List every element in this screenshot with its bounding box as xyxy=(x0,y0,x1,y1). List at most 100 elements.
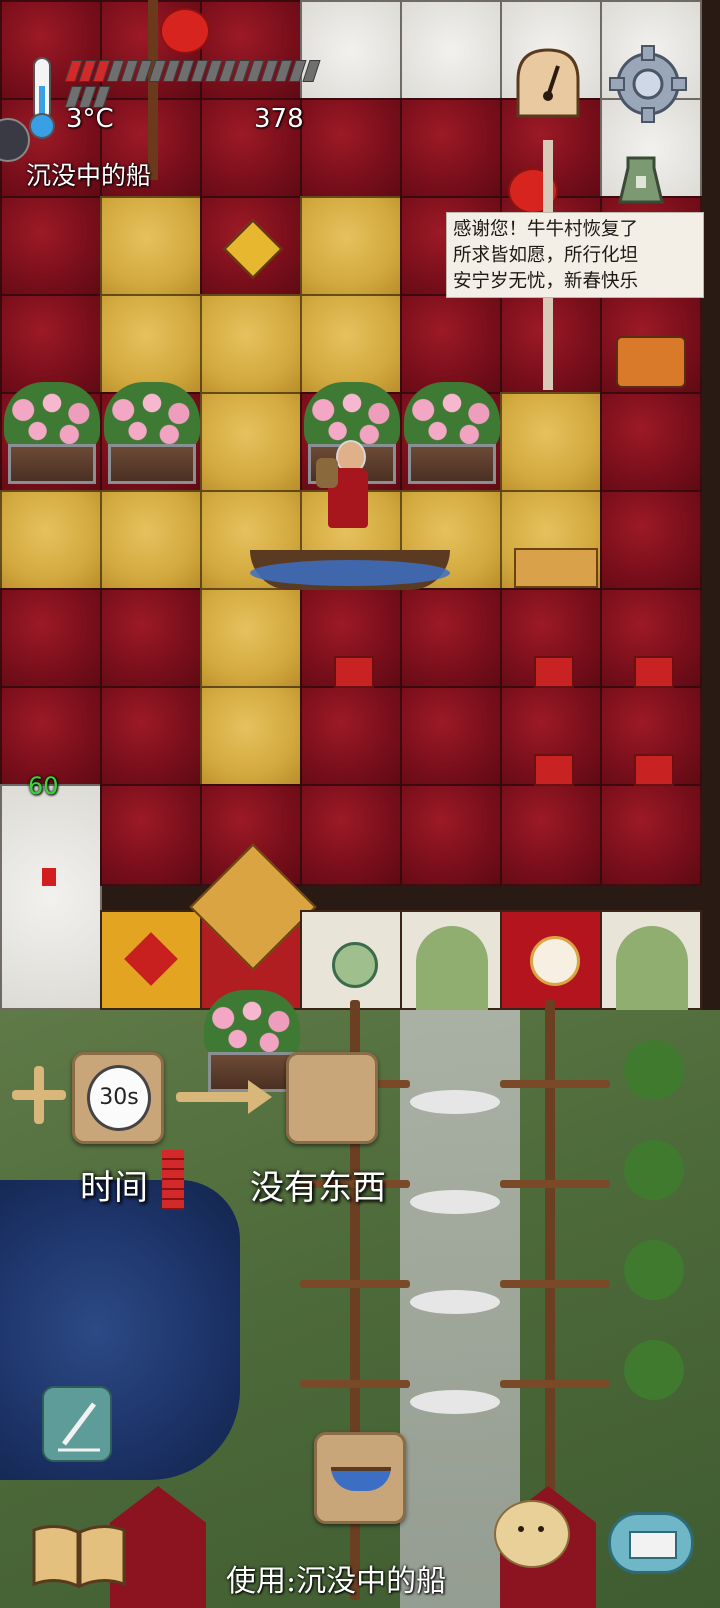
stone-pile[interactable] xyxy=(410,1190,500,1214)
spring-emblem-icon xyxy=(530,936,580,986)
score-counter: 378 xyxy=(254,104,304,134)
fps-counter: 60 xyxy=(28,772,59,800)
eye-icon xyxy=(518,1526,524,1532)
snow-tile[interactable] xyxy=(300,0,402,102)
straw-tile[interactable] xyxy=(100,294,202,396)
carpet-tile[interactable] xyxy=(0,294,102,396)
straw-tile[interactable] xyxy=(0,490,102,592)
cucumber-plant[interactable] xyxy=(624,1240,684,1300)
carpet-tile[interactable] xyxy=(300,686,402,788)
carpet-tile[interactable] xyxy=(600,392,702,494)
arrow-head-icon xyxy=(248,1080,272,1114)
potato-face-icon[interactable] xyxy=(494,1500,570,1568)
open-book-icon[interactable] xyxy=(30,1520,128,1590)
carpet-tile[interactable] xyxy=(600,490,702,592)
temperature-bar xyxy=(64,60,330,108)
spring-wall[interactable] xyxy=(500,910,602,1010)
stove[interactable] xyxy=(616,336,686,388)
use-item-text: 使用:沉没中的船 xyxy=(226,1564,447,1599)
carpet-tile[interactable] xyxy=(0,196,102,298)
peony-planter[interactable] xyxy=(404,382,500,486)
ancient-coin-icon[interactable] xyxy=(614,154,668,206)
result-slot[interactable] xyxy=(286,1052,378,1144)
straw-tile[interactable] xyxy=(300,196,402,298)
yellow-wall[interactable] xyxy=(100,910,202,1010)
carpet-tile[interactable] xyxy=(400,784,502,886)
carpet-tile[interactable] xyxy=(600,784,702,886)
straw-tile[interactable] xyxy=(300,294,402,396)
straw-tile[interactable] xyxy=(200,392,302,494)
fu-carpet-tile[interactable] xyxy=(200,196,302,298)
carpet-tile[interactable] xyxy=(500,784,602,886)
carpet-tile[interactable] xyxy=(100,588,202,690)
moon-gate-wall[interactable] xyxy=(600,910,702,1010)
stone-pile[interactable] xyxy=(410,1090,500,1114)
carpet-tile[interactable] xyxy=(400,686,502,788)
fu-diamond-icon xyxy=(124,932,178,986)
keyboard-chat-icon[interactable] xyxy=(608,1512,694,1574)
keyboard-icon xyxy=(629,1531,677,1559)
workbench[interactable] xyxy=(514,548,598,588)
fence-rail xyxy=(500,1280,610,1288)
straw-tile[interactable] xyxy=(200,686,302,788)
carpet-tile[interactable] xyxy=(400,98,502,200)
carpet-tile[interactable] xyxy=(0,588,102,690)
firecracker-bundle[interactable] xyxy=(634,656,674,688)
held-item-label: 沉没中的船 xyxy=(26,161,152,190)
stone-pile[interactable] xyxy=(410,1290,500,1314)
lantern-post[interactable] xyxy=(148,0,158,180)
snow-tile[interactable] xyxy=(400,0,502,102)
sinking-boat[interactable] xyxy=(250,550,450,590)
firecracker-bundle[interactable] xyxy=(534,656,574,688)
sign-line: 所求皆如愿，所行化坦 xyxy=(453,245,639,266)
firecracker-bundle[interactable] xyxy=(334,656,374,688)
straw-tile[interactable] xyxy=(100,490,202,592)
straw-tile[interactable] xyxy=(200,588,302,690)
cucumber-plant[interactable] xyxy=(624,1340,684,1400)
sign-line: 感谢您！牛牛村恢复了 xyxy=(453,219,639,240)
temperature-readout: 3°C xyxy=(66,104,114,134)
lattice-wall[interactable] xyxy=(300,910,402,1010)
basket-icon xyxy=(316,458,338,488)
peony-planter[interactable] xyxy=(4,382,100,486)
snow-tile[interactable] xyxy=(0,784,102,1010)
water-splash xyxy=(250,560,450,586)
carpet-tile[interactable] xyxy=(100,784,202,886)
moon-gate-icon xyxy=(616,926,688,1010)
fu-diamond-icon xyxy=(223,219,283,279)
peony-planter[interactable] xyxy=(104,382,200,486)
carpet-tile[interactable] xyxy=(400,294,502,396)
sign-line: 安宁岁无忧，新春快乐 xyxy=(453,271,639,292)
pencil-note-icon[interactable] xyxy=(42,1386,112,1462)
moon-gate-icon xyxy=(416,926,488,1010)
player-character[interactable] xyxy=(316,440,372,550)
firecracker-bundle[interactable] xyxy=(534,754,574,786)
village-sign[interactable]: 感谢您！牛牛村恢复了 所求皆如愿，所行化坦 安宁岁无忧，新春快乐 xyxy=(446,212,704,298)
firecracker-bundle[interactable] xyxy=(634,754,674,786)
carpet-tile[interactable] xyxy=(300,784,402,886)
gear-icon[interactable] xyxy=(608,44,688,124)
time-slot[interactable]: 30s xyxy=(72,1052,164,1144)
carpet-tile[interactable] xyxy=(400,588,502,690)
firecracker-string[interactable] xyxy=(162,1150,184,1210)
stone-pile[interactable] xyxy=(410,1390,500,1414)
carpet-tile[interactable] xyxy=(300,98,402,200)
fence-rail xyxy=(500,1180,610,1188)
time-label: 时间 xyxy=(80,1168,148,1208)
cucumber-plant[interactable] xyxy=(624,1040,684,1100)
compass-icon[interactable] xyxy=(508,44,588,124)
thermometer-icon xyxy=(26,56,58,142)
straw-tile[interactable] xyxy=(100,196,202,298)
carpet-tile[interactable] xyxy=(200,0,302,102)
red-envelope[interactable] xyxy=(42,868,56,886)
eye-icon xyxy=(538,1526,544,1532)
cucumber-plant[interactable] xyxy=(624,1140,684,1200)
straw-tile[interactable] xyxy=(500,392,602,494)
equipped-item-slot[interactable] xyxy=(314,1432,406,1524)
carpet-tile[interactable] xyxy=(100,686,202,788)
river-water[interactable] xyxy=(0,1180,240,1480)
stopwatch-value: 30s xyxy=(99,1085,139,1110)
moon-gate-wall[interactable] xyxy=(400,910,502,1010)
straw-tile[interactable] xyxy=(200,294,302,396)
lattice-window-icon xyxy=(332,942,378,988)
